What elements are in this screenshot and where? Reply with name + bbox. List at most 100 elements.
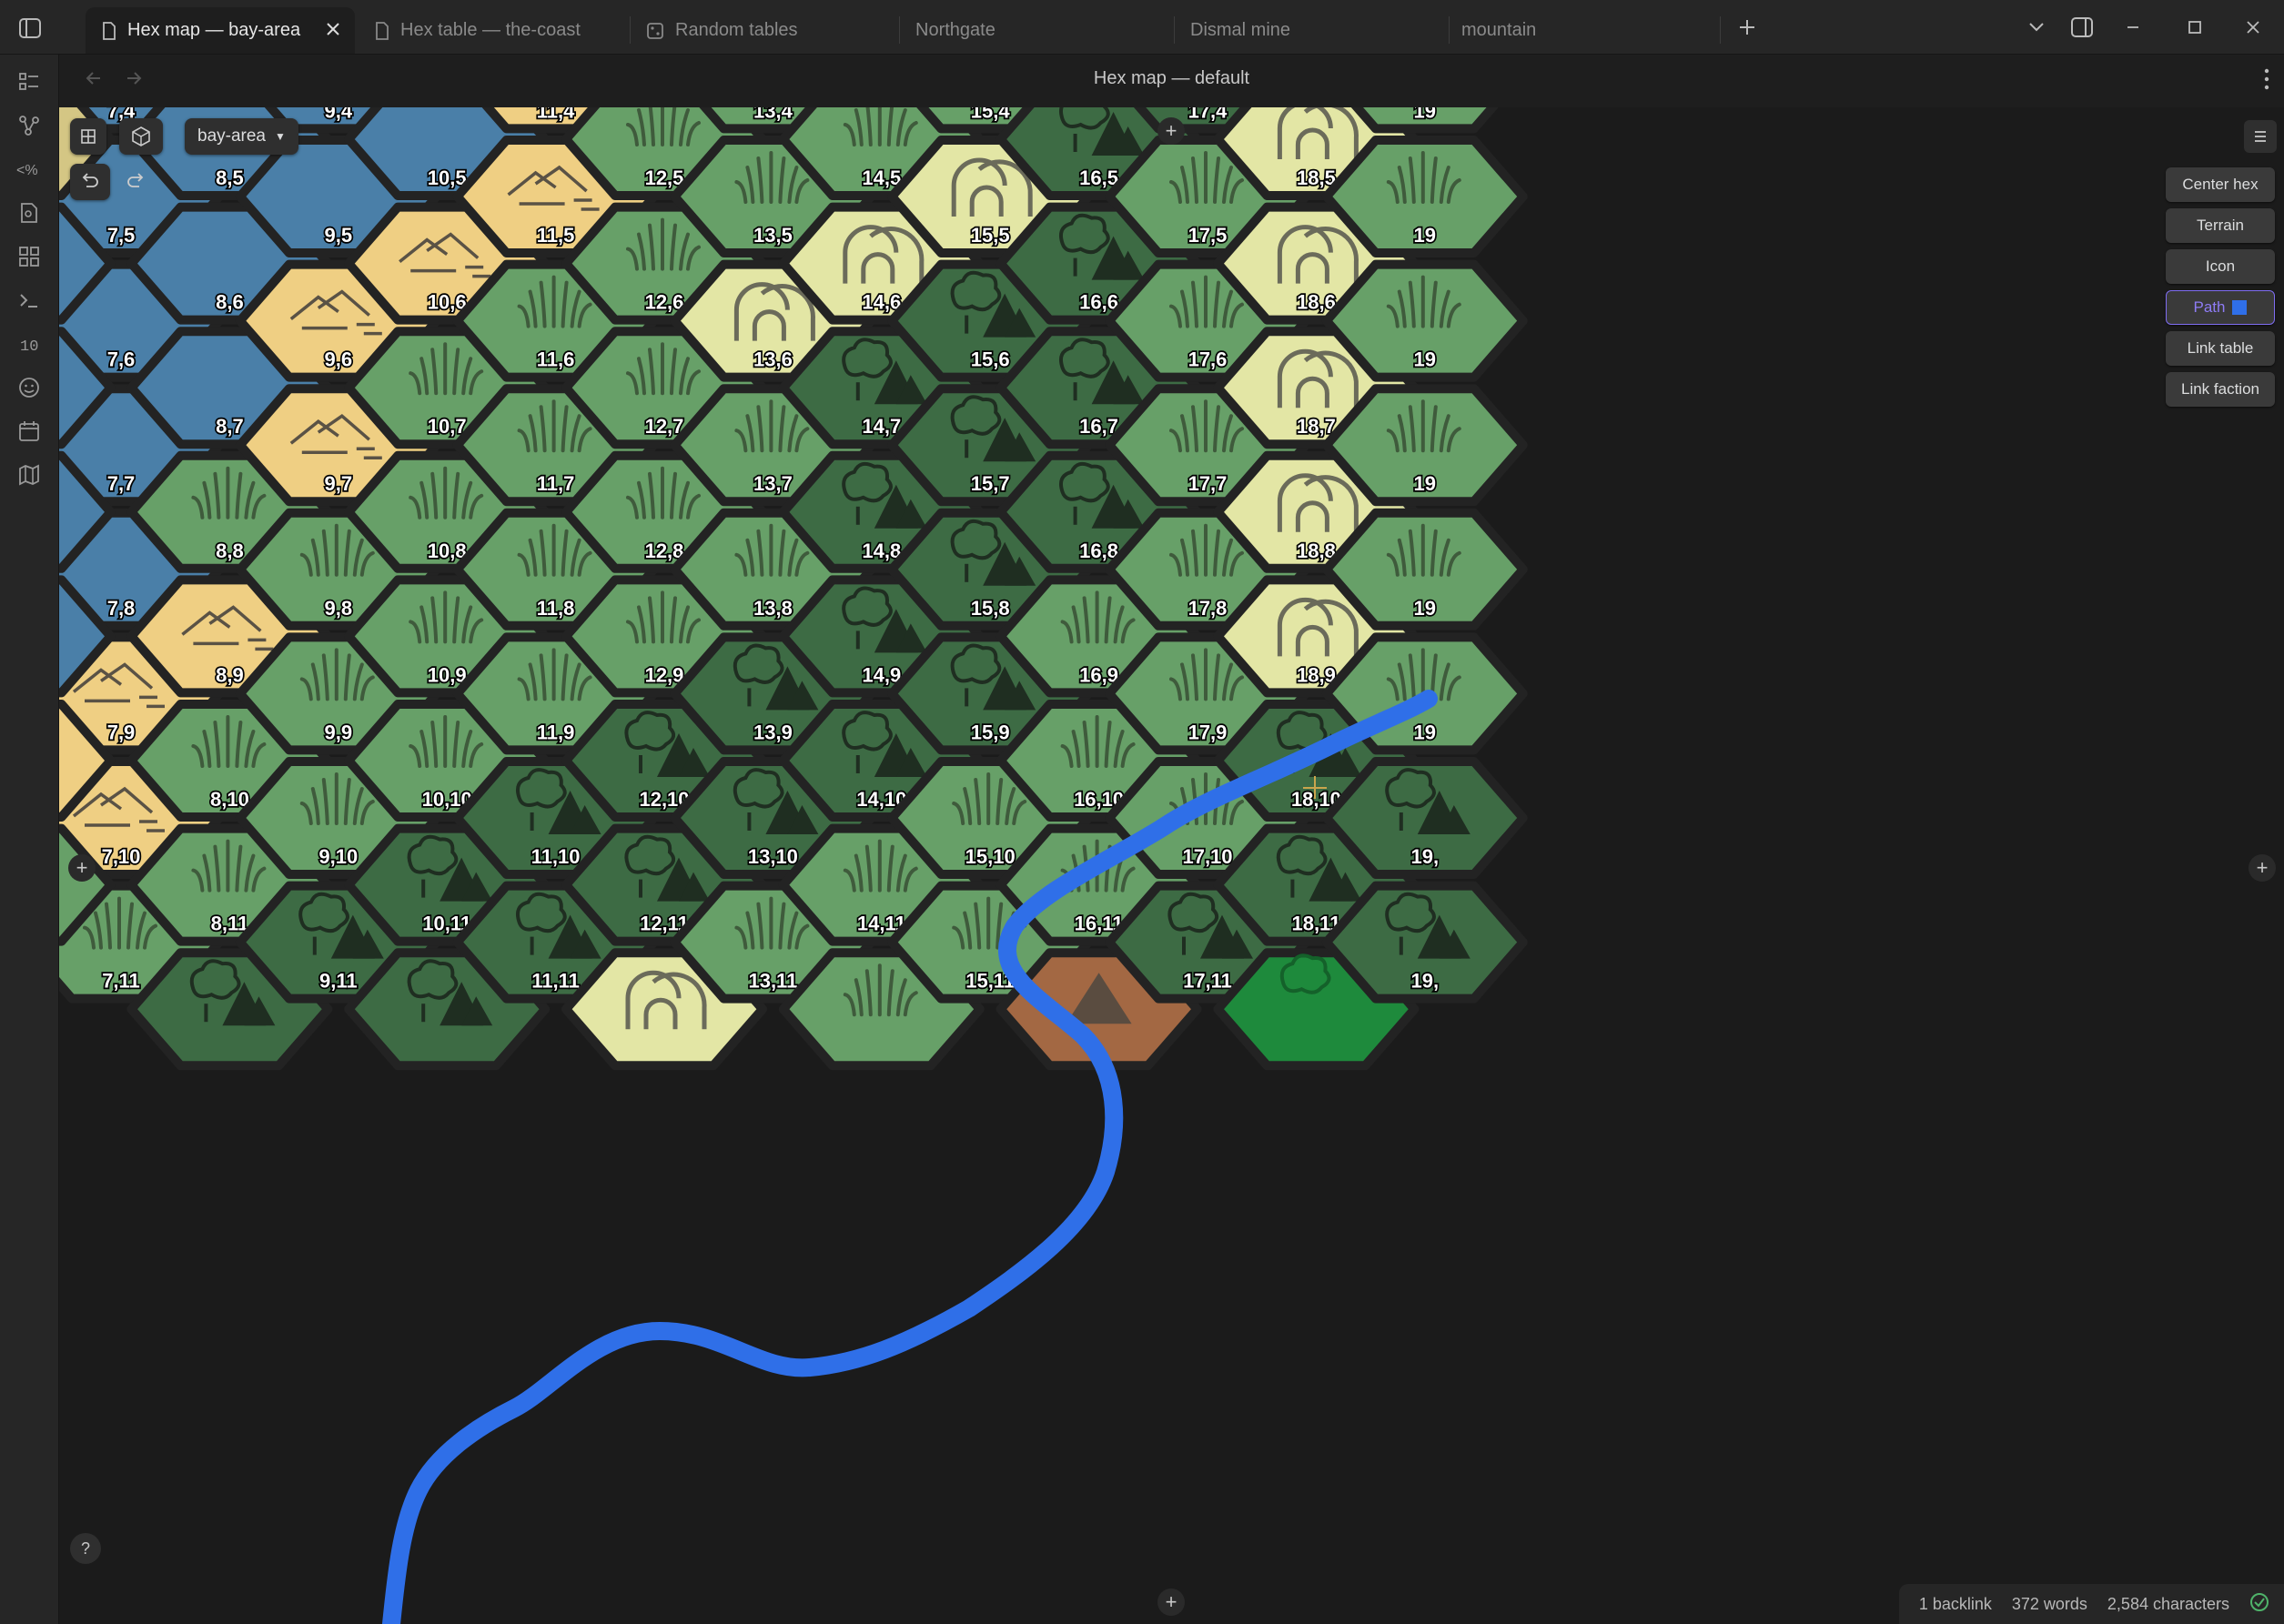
- hex-label: 13,11: [748, 970, 797, 993]
- hex-label: 13,9: [753, 721, 793, 743]
- tab-random-tables[interactable]: Random tables: [630, 7, 897, 54]
- link-table-button[interactable]: Link table: [2166, 331, 2275, 366]
- backlinks-count[interactable]: 1 backlink: [1919, 1595, 1992, 1614]
- hex-label: 17,9: [1188, 721, 1228, 743]
- canvas-icon[interactable]: [13, 240, 45, 273]
- maximize-icon[interactable]: [2177, 11, 2213, 44]
- hex-label: 11,8: [537, 597, 575, 620]
- hex-tile[interactable]: 19: [1321, 136, 1528, 257]
- icon-button[interactable]: Icon: [2166, 249, 2275, 284]
- hex-label: 18,8: [1297, 540, 1336, 562]
- tab-northgate[interactable]: Northgate: [899, 7, 1167, 54]
- character-count: 2,584 characters: [2107, 1594, 2229, 1613]
- undo-icon[interactable]: [70, 164, 110, 200]
- hex-label: 13,4: [753, 107, 793, 122]
- expand-map-top-plus-icon[interactable]: +: [1157, 117, 1185, 145]
- dice-roller-icon[interactable]: 10: [13, 328, 45, 360]
- hex-label: 17,5: [1188, 224, 1228, 247]
- left-ribbon: <% 10: [0, 55, 59, 1624]
- tab-label: Random tables: [675, 20, 798, 40]
- hex-map-canvas[interactable]: 7,4 7,5 7,6 7,7 7,8 7,9 7,10 7,11 8,5 8,6 8,7 8,8 8,…: [59, 107, 2284, 1624]
- hex-label: 12,5: [645, 166, 684, 189]
- link-faction-button[interactable]: Link faction: [2166, 372, 2275, 407]
- hex-label: 12,7: [645, 415, 684, 438]
- terminal-icon[interactable]: [13, 284, 45, 317]
- search-file-icon[interactable]: [13, 197, 45, 229]
- hex-label: 19,: [1411, 845, 1440, 868]
- hex-tile[interactable]: 19: [1321, 259, 1528, 382]
- hex-label: 18,9: [1297, 663, 1336, 686]
- tab-hex-map-bay-area[interactable]: Hex map — bay-area: [86, 7, 355, 54]
- tab-dismal-mine[interactable]: Dismal mine: [1174, 7, 1441, 54]
- templater-icon[interactable]: <%: [13, 153, 45, 186]
- terrain-button[interactable]: Terrain: [2166, 208, 2275, 243]
- view-title: Hex map — default: [1093, 68, 1250, 88]
- file-explorer-icon[interactable]: [13, 66, 45, 98]
- expand-map-left-plus-icon[interactable]: +: [68, 854, 96, 882]
- tab-hex-table-the-coast[interactable]: Hex table — the-coast: [359, 7, 628, 54]
- hex-label: 11,6: [537, 348, 575, 371]
- hex-label: 16,8: [1079, 540, 1118, 562]
- tab-label: Northgate: [915, 20, 995, 40]
- expand-map-right-plus-icon[interactable]: +: [2249, 854, 2276, 882]
- tab-list-chevron-down-icon[interactable]: [2018, 11, 2055, 44]
- dice-table-icon: [646, 22, 664, 40]
- hex-label: 8,9: [216, 663, 244, 686]
- hex-label: 8,8: [216, 540, 244, 562]
- hex-label: 19: [1414, 348, 1436, 371]
- hex-label: 19: [1414, 224, 1436, 247]
- map-icon[interactable]: [13, 459, 45, 491]
- hex-label: 7,8: [107, 597, 136, 620]
- close-tab-icon[interactable]: [324, 20, 342, 38]
- hex-tile[interactable]: 19: [1321, 508, 1528, 630]
- path-button[interactable]: Path: [2166, 290, 2275, 325]
- smiley-icon[interactable]: [13, 371, 45, 404]
- sidebar-toggle-icon[interactable]: [13, 11, 47, 45]
- hex-map-svg[interactable]: 7,47,57,67,77,87,97,107,118,58,68,78,88,…: [59, 107, 2284, 1624]
- expand-map-bottom-plus-icon[interactable]: +: [1157, 1589, 1185, 1616]
- hex-label: 11,4: [537, 107, 575, 122]
- map-select-dropdown[interactable]: bay-area ▼: [185, 118, 298, 155]
- file-icon: [375, 21, 389, 40]
- hex-label: 12,8: [645, 540, 684, 562]
- hex-label: 17,6: [1188, 348, 1228, 371]
- caret-down-icon: ▼: [275, 130, 286, 143]
- right-sidebar-toggle-icon[interactable]: [2064, 11, 2100, 44]
- view-header: Hex map — default: [59, 55, 2284, 107]
- graph-view-icon[interactable]: [13, 109, 45, 142]
- close-window-icon[interactable]: [2235, 11, 2271, 44]
- help-button[interactable]: ?: [70, 1533, 101, 1564]
- dice-icon[interactable]: [119, 118, 163, 155]
- hex-label: 19: [1414, 107, 1436, 122]
- path-color-swatch[interactable]: [2232, 300, 2248, 315]
- hex-tile[interactable]: 19: [1321, 384, 1528, 507]
- hex-label: 9,9: [325, 721, 353, 743]
- sync-check-icon[interactable]: [2249, 1592, 2269, 1617]
- hex-label: 17,10: [1182, 845, 1232, 868]
- hex-label: 11,11: [531, 970, 580, 993]
- hex-label: 16,9: [1079, 663, 1118, 686]
- minimize-icon[interactable]: [2115, 11, 2151, 44]
- hex-label: 7,7: [107, 472, 136, 495]
- center-hex-button[interactable]: Center hex: [2166, 167, 2275, 202]
- hex-label: 14,7: [862, 415, 901, 438]
- hex-tile[interactable]: 19,: [1321, 881, 1528, 1004]
- grid-toggle-icon[interactable]: [70, 118, 106, 155]
- hex-tile[interactable]: 19,: [1321, 757, 1528, 879]
- hex-label: 9,4: [325, 107, 353, 122]
- hex-label: 14,5: [862, 166, 901, 189]
- hex-label: 15,10: [965, 845, 1016, 868]
- hex-label: 18,5: [1297, 166, 1336, 189]
- calendar-icon[interactable]: [13, 415, 45, 448]
- hex-label: 15,8: [971, 597, 1010, 620]
- status-bar: 1 backlink 372 words 2,584 characters: [1898, 1584, 2284, 1624]
- hex-label: 17,4: [1188, 107, 1228, 122]
- tab-mountain[interactable]: mountain: [1445, 7, 1713, 54]
- new-tab-plus-icon[interactable]: [1729, 11, 1765, 44]
- more-options-icon[interactable]: [2262, 66, 2271, 96]
- hex-label: 14,8: [862, 540, 901, 562]
- map-menu-icon[interactable]: [2244, 120, 2277, 153]
- hex-label: 15,7: [971, 472, 1010, 495]
- hex-label: 11,7: [537, 472, 575, 495]
- redo-icon[interactable]: [116, 164, 156, 200]
